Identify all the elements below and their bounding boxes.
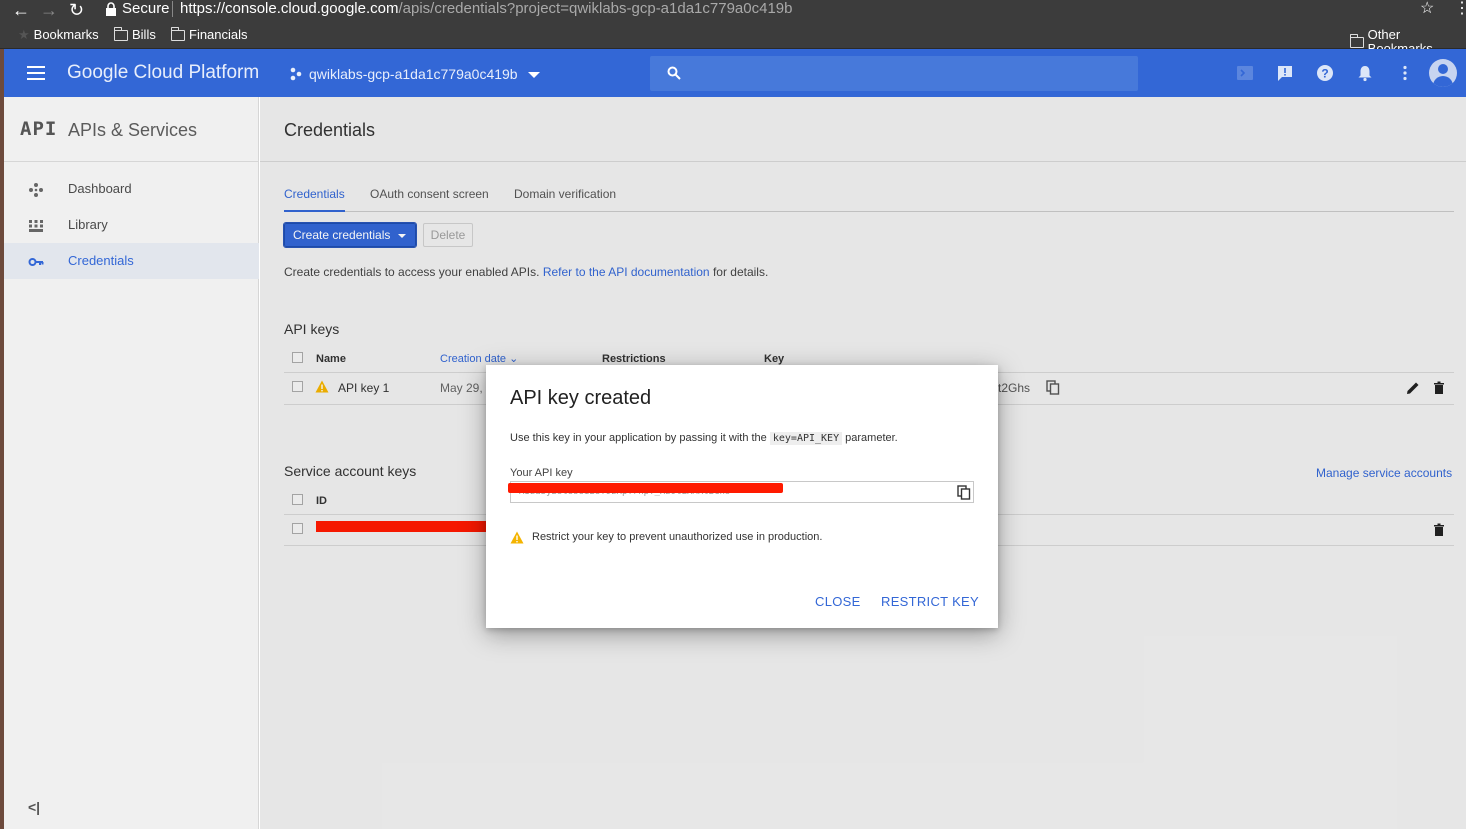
project-icon	[290, 67, 302, 81]
bookmark-star-icon[interactable]: ☆	[1420, 0, 1434, 17]
menu-icon[interactable]	[27, 66, 45, 80]
browser-menu-icon[interactable]: ⋮	[1454, 0, 1466, 17]
project-selector[interactable]: qwiklabs-gcp-a1da1c779a0c419b	[309, 66, 518, 82]
help-icon[interactable]: ?	[1316, 64, 1334, 82]
folder-icon	[1349, 33, 1364, 48]
sidebar-item-library[interactable]: Library	[4, 207, 259, 243]
copy-icon[interactable]	[957, 485, 971, 500]
bookmark-label: Bills	[132, 27, 156, 42]
url-path: /apis/credentials?project=qwiklabs-gcp-a…	[398, 0, 793, 17]
warning-icon	[510, 531, 524, 544]
product-title[interactable]: Google Cloud Platform	[67, 62, 259, 84]
folder-icon	[170, 26, 185, 41]
bookmarks-bar: ★Bookmarks Bills Financials Other Bookma…	[0, 22, 1466, 56]
sidebar-item-credentials[interactable]: Credentials	[4, 243, 259, 279]
search-icon	[667, 66, 681, 80]
bookmark-financials[interactable]: Financials	[170, 26, 248, 42]
browser-toolbar: ← → ↻ Secure https://console.cloud.googl…	[0, 0, 1466, 22]
cloud-shell-icon[interactable]	[1236, 64, 1254, 82]
api-key-created-dialog: API key created Use this key in your app…	[486, 365, 998, 628]
address-bar[interactable]: https://console.cloud.google.com/apis/cr…	[180, 0, 792, 17]
notifications-icon[interactable]	[1356, 64, 1374, 82]
bookmark-bills[interactable]: Bills	[113, 26, 156, 42]
url-separator	[172, 1, 173, 17]
secure-label: Secure	[122, 0, 170, 17]
bookmark-label: Financials	[189, 27, 248, 42]
dialog-code: key=API_KEY	[769, 432, 843, 445]
feedback-icon[interactable]	[1276, 64, 1294, 82]
avatar[interactable]	[1429, 59, 1457, 87]
forward-icon[interactable]: →	[40, 1, 58, 19]
bookmark-label: Bookmarks	[33, 27, 99, 42]
lock-icon	[106, 2, 116, 16]
dialog-description: Use this key in your application by pass…	[510, 431, 898, 446]
dialog-title: API key created	[510, 387, 652, 409]
chevron-down-icon[interactable]	[528, 72, 540, 78]
sidebar-header: API APIs & Services	[4, 97, 259, 162]
star-icon: ★	[18, 27, 30, 42]
key-icon	[28, 258, 44, 266]
dashboard-icon	[29, 183, 43, 197]
library-icon	[29, 220, 43, 232]
dialog-text-before: Use this key in your application by pass…	[510, 432, 770, 444]
folder-icon	[113, 26, 128, 41]
close-button[interactable]: CLOSE	[815, 594, 861, 610]
back-icon[interactable]: ←	[12, 1, 30, 19]
collapse-sidebar-icon[interactable]: <|	[28, 799, 40, 815]
dialog-text-after: parameter.	[842, 432, 898, 444]
search-input[interactable]	[650, 56, 1138, 91]
more-vert-icon[interactable]	[1396, 64, 1414, 82]
gcp-header: Google Cloud Platform qwiklabs-gcp-a1da1…	[4, 49, 1466, 97]
sidebar-item-label: Library	[68, 217, 108, 232]
sidebar: API APIs & Services Dashboard Library Cr…	[4, 97, 259, 829]
url-host: https://console.cloud.google.com	[180, 0, 399, 17]
bookmark-bookmarks[interactable]: ★ Bookmarks	[18, 28, 99, 42]
redaction-mark	[508, 483, 783, 493]
sidebar-item-label: Dashboard	[68, 181, 132, 196]
api-logo-icon: API	[20, 118, 58, 140]
svg-text:?: ?	[1321, 67, 1328, 81]
sidebar-title: APIs & Services	[68, 120, 198, 140]
sidebar-item-label: Credentials	[68, 253, 134, 268]
restrict-key-button[interactable]: RESTRICT KEY	[881, 594, 979, 610]
sidebar-item-dashboard[interactable]: Dashboard	[4, 171, 259, 207]
reload-icon[interactable]: ↻	[69, 1, 84, 19]
restrict-warning-text: Restrict your key to prevent unauthorize…	[532, 531, 823, 543]
api-key-field-label: Your API key	[510, 467, 573, 479]
